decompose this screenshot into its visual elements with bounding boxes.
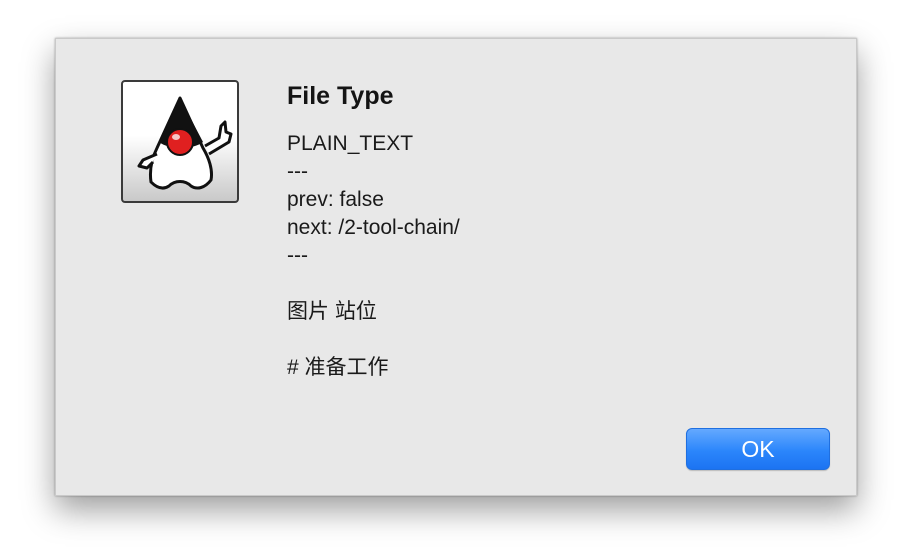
message-line: prev: false [287, 188, 384, 211]
alert-dialog: File Type PLAIN_TEXT --- prev: false nex… [55, 38, 857, 496]
message-line: --- [287, 244, 308, 267]
java-duke-graphic [137, 96, 233, 190]
message-line: PLAIN_TEXT [287, 132, 414, 155]
ok-button[interactable]: OK [686, 428, 830, 470]
screen: File Type PLAIN_TEXT --- prev: false nex… [0, 0, 912, 560]
message-line: --- [287, 160, 308, 183]
java-duke-icon [121, 80, 239, 203]
message-line: 图片 站位 [287, 300, 377, 323]
message-line: next: /2-tool-chain/ [287, 216, 460, 239]
dialog-title: File Type [287, 82, 394, 110]
dialog-message: PLAIN_TEXT --- prev: false next: /2-tool… [287, 130, 807, 382]
message-line: # 准备工作 [287, 356, 389, 379]
